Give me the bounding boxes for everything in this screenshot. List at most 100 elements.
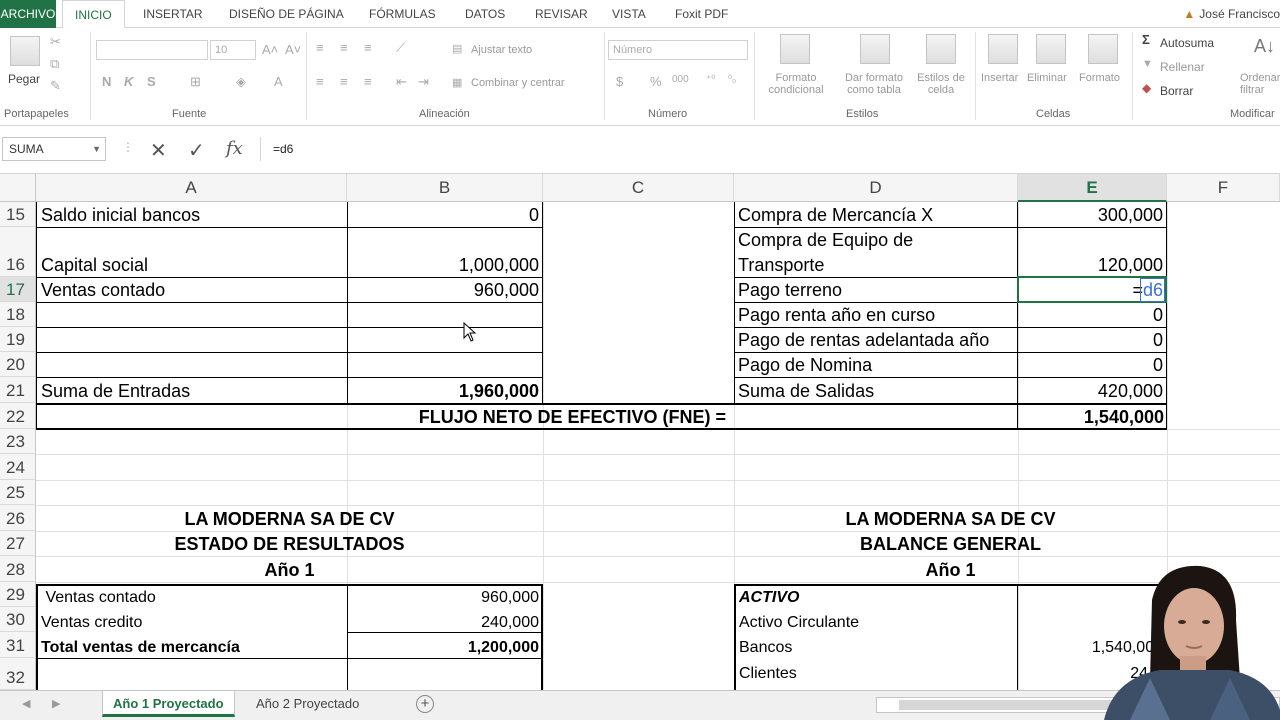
- cell-d21[interactable]: Suma de Salidas: [738, 380, 874, 402]
- format-cells-button[interactable]: Formato: [1079, 72, 1120, 84]
- sheet-tab-ano2[interactable]: Año 2 Proyectado: [246, 691, 369, 717]
- paste-icon[interactable]: [10, 36, 40, 66]
- italic-button[interactable]: K: [124, 74, 133, 89]
- row-header-29[interactable]: 29: [0, 582, 36, 607]
- col-header-b[interactable]: B: [347, 174, 543, 202]
- col-header-e[interactable]: E: [1018, 174, 1167, 202]
- cell-d18[interactable]: Pago renta año en curso: [738, 304, 935, 326]
- align-right-icon[interactable]: ≡: [364, 74, 372, 89]
- cell-e18[interactable]: 0: [1020, 304, 1163, 326]
- autosum-button[interactable]: Autosuma: [1160, 36, 1214, 50]
- wrap-text-button[interactable]: Ajustar texto: [471, 44, 532, 56]
- select-all-corner[interactable]: [0, 174, 36, 202]
- tab-foxit-pdf[interactable]: Foxit PDF: [675, 0, 728, 28]
- col-header-c[interactable]: C: [543, 174, 734, 202]
- cell-a15[interactable]: Saldo inicial bancos: [41, 204, 200, 226]
- tab-inicio[interactable]: INICIO: [62, 0, 125, 29]
- tab-insertar[interactable]: INSERTAR: [143, 0, 203, 28]
- left-statement-title[interactable]: ESTADO DE RESULTADOS: [36, 533, 543, 555]
- delete-cells-button[interactable]: Eliminar: [1027, 72, 1067, 84]
- cell-d29[interactable]: ACTIVO: [739, 587, 799, 609]
- cell-b21[interactable]: 1,960,000: [350, 380, 539, 402]
- row-header-24[interactable]: 24: [0, 454, 36, 480]
- cancel-button[interactable]: ✕: [150, 138, 167, 163]
- increase-indent-icon[interactable]: ⇥: [418, 74, 429, 90]
- cell-styles-button[interactable]: Estilos de celda: [912, 72, 970, 96]
- grow-font-icon[interactable]: A˄: [262, 42, 278, 57]
- cell-a17[interactable]: Ventas contado: [41, 279, 165, 301]
- row-header-16[interactable]: 16: [0, 227, 36, 277]
- row-header-31[interactable]: 31: [0, 632, 36, 658]
- cell-a30[interactable]: Ventas credito: [41, 612, 142, 634]
- left-company-title[interactable]: LA MODERNA SA DE CV: [36, 508, 543, 530]
- sheet-next-icon[interactable]: ▶: [52, 697, 60, 710]
- cell-a31[interactable]: Total ventas de mercancía: [41, 637, 240, 659]
- cell-a16[interactable]: Capital social: [41, 254, 148, 276]
- merge-center-button[interactable]: Combinar y centrar: [471, 77, 565, 89]
- add-sheet-button[interactable]: +: [416, 695, 434, 713]
- decrease-indent-icon[interactable]: ⇤: [396, 74, 407, 90]
- underline-button[interactable]: S: [147, 74, 156, 89]
- left-year-title[interactable]: Año 1: [36, 559, 543, 581]
- col-header-f[interactable]: F: [1167, 174, 1280, 202]
- row-header-26[interactable]: 26: [0, 505, 36, 531]
- tab-vista[interactable]: VISTA: [612, 0, 646, 28]
- sheet-prev-icon[interactable]: ◀: [22, 697, 30, 710]
- number-format-select[interactable]: Número: [608, 40, 748, 60]
- row-header-19[interactable]: 19: [0, 327, 36, 352]
- cell-fne-label[interactable]: FLUJO NETO DE EFECTIVO (FNE) =: [300, 406, 726, 428]
- row-header-23[interactable]: 23: [0, 429, 36, 454]
- cut-icon[interactable]: ✂: [50, 34, 61, 50]
- currency-icon[interactable]: $: [616, 74, 623, 89]
- name-box[interactable]: SUMA ▼: [2, 137, 106, 161]
- fill-color-icon[interactable]: ◈: [236, 74, 246, 90]
- thousands-icon[interactable]: 000: [672, 74, 689, 85]
- tab-revisar[interactable]: REVISAR: [535, 0, 588, 28]
- cell-d20[interactable]: Pago de Nomina: [738, 354, 872, 376]
- cell-a21[interactable]: Suma de Entradas: [41, 380, 190, 402]
- cell-d16-line2[interactable]: Transporte: [738, 254, 824, 276]
- cell-d17[interactable]: Pago terreno: [738, 279, 842, 301]
- tab-datos[interactable]: DATOS: [465, 0, 505, 28]
- row-header-17[interactable]: 17: [0, 277, 36, 302]
- tab-diseno-pagina[interactable]: DISEÑO DE PÁGINA: [229, 0, 344, 28]
- cell-b29[interactable]: 960,000: [350, 587, 539, 609]
- cell-d15[interactable]: Compra de Mercancía X: [738, 204, 933, 226]
- row-header-28[interactable]: 28: [0, 556, 36, 582]
- cell-e19[interactable]: 0: [1020, 329, 1163, 351]
- row-header-21[interactable]: 21: [0, 377, 36, 403]
- font-size-select[interactable]: 10: [210, 40, 256, 60]
- orientation-icon[interactable]: ⟋: [396, 40, 405, 56]
- cell-d19[interactable]: Pago de rentas adelantada año: [738, 329, 989, 351]
- col-header-d[interactable]: D: [734, 174, 1018, 202]
- cell-d31[interactable]: Bancos: [739, 637, 792, 659]
- cell-b30[interactable]: 240,000: [350, 612, 539, 634]
- conditional-format-button[interactable]: Formato condicional: [760, 72, 832, 96]
- tab-archivo[interactable]: ARCHIVO: [0, 0, 56, 28]
- borders-icon[interactable]: ⊞: [190, 74, 201, 90]
- table-format-button[interactable]: Dar formato como tabla: [838, 72, 910, 96]
- cell-e22[interactable]: 1,540,000: [1020, 406, 1164, 428]
- row-header-27[interactable]: 27: [0, 531, 36, 556]
- right-company-title[interactable]: LA MODERNA SA DE CV: [734, 508, 1167, 530]
- paste-button[interactable]: Pegar: [8, 72, 40, 86]
- insert-function-button[interactable]: fx: [226, 138, 243, 159]
- cell-e15[interactable]: 300,000: [1020, 204, 1163, 226]
- font-name-select[interactable]: [96, 40, 208, 60]
- user-account[interactable]: ▲ José Francisco: [1183, 0, 1280, 28]
- row-header-32[interactable]: 32: [0, 658, 36, 690]
- clear-button[interactable]: Borrar: [1160, 84, 1193, 98]
- row-header-25[interactable]: 25: [0, 480, 36, 505]
- row-header-20[interactable]: 20: [0, 352, 36, 377]
- cell-e21[interactable]: 420,000: [1020, 380, 1163, 402]
- align-bottom-icon[interactable]: ≡: [364, 40, 372, 55]
- align-left-icon[interactable]: ≡: [316, 74, 324, 89]
- insert-cells-button[interactable]: Insertar: [981, 72, 1018, 84]
- cell-b16[interactable]: 1,000,000: [350, 254, 539, 276]
- cell-b15[interactable]: 0: [350, 204, 539, 226]
- row-header-22[interactable]: 22: [0, 403, 36, 429]
- cell-e20[interactable]: 0: [1020, 354, 1163, 376]
- cell-d32[interactable]: Clientes: [739, 663, 797, 685]
- row-header-15[interactable]: 15: [0, 202, 36, 227]
- cell-d16-line1[interactable]: Compra de Equipo de: [738, 229, 913, 251]
